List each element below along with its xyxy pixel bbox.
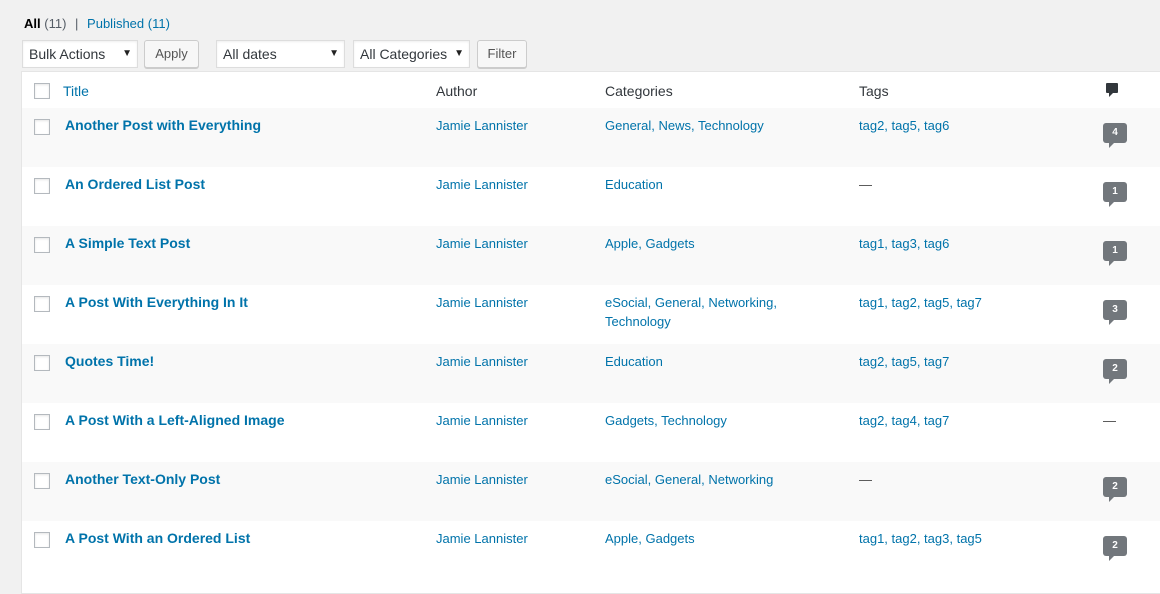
table-row: Another Text-Only Post Jamie Lannister eSo… <box>22 462 1160 521</box>
dates-filter-select[interactable]: All dates ▼ <box>216 40 345 68</box>
categories-filter-value: All Categories <box>360 46 448 62</box>
column-categories: Categories <box>605 83 673 99</box>
post-categories[interactable]: Apple, Gadgets <box>605 234 695 253</box>
tags-none: — <box>859 177 872 192</box>
post-author-link[interactable]: Jamie Lannister <box>436 411 528 430</box>
post-tags: tag2, tag4, tag7 <box>859 411 949 430</box>
posts-list-page: All (11) | Published (11) Bulk Actions ▼… <box>0 0 1160 594</box>
post-tags: tag2, tag5, tag6 <box>859 116 949 135</box>
status-all-link[interactable]: All <box>24 16 41 31</box>
post-title-link[interactable]: Quotes Time! <box>65 352 154 371</box>
status-all-count: (11) <box>44 16 67 31</box>
post-categories[interactable]: Education <box>605 352 663 371</box>
apply-button[interactable]: Apply <box>144 40 199 68</box>
comments-column-icon[interactable] <box>1106 83 1118 97</box>
dropdown-arrow-icon: ▼ <box>329 48 339 59</box>
comment-count-bubble[interactable]: 2 <box>1103 536 1127 561</box>
post-status-filters: All (11) | Published (11) <box>24 16 170 32</box>
table-row: A Post With a Left-Aligned Image Jamie La… <box>22 403 1160 462</box>
bulk-actions-value: Bulk Actions <box>29 46 106 62</box>
row-tags[interactable]: tag2, tag4, tag7 <box>859 413 949 428</box>
comment-count-bubble[interactable]: 4 <box>1103 123 1127 148</box>
post-title-link[interactable]: A Post With an Ordered List <box>65 529 250 548</box>
filter-button[interactable]: Filter <box>477 40 527 68</box>
post-categories[interactable]: eSocial, General, Networking, Technology <box>605 293 777 331</box>
post-title-link[interactable]: Another Post with Everything <box>65 116 261 135</box>
post-author-link[interactable]: Jamie Lannister <box>436 293 528 312</box>
post-categories[interactable]: Education <box>605 175 663 194</box>
comment-count-bubble[interactable]: 1 <box>1103 182 1127 207</box>
row-checkbox[interactable] <box>34 414 50 430</box>
comment-count-bubble[interactable]: 1 <box>1103 241 1127 266</box>
row-tags[interactable]: tag1, tag2, tag5, tag7 <box>859 295 982 310</box>
row-checkbox[interactable] <box>34 178 50 194</box>
status-published-link[interactable]: Published <box>87 16 144 31</box>
column-title-sort[interactable]: Title <box>63 82 89 100</box>
post-title-link[interactable]: An Ordered List Post <box>65 175 205 194</box>
table-row: A Simple Text Post Jamie Lannister Apple, … <box>22 226 1160 285</box>
row-checkbox[interactable] <box>34 355 50 371</box>
post-tags: tag1, tag2, tag5, tag7 <box>859 293 982 312</box>
tags-none: — <box>859 472 872 487</box>
posts-table: Title Author Categories Tags Another Pos… <box>21 71 1160 594</box>
status-separator: | <box>75 16 79 31</box>
post-author-link[interactable]: Jamie Lannister <box>436 470 528 489</box>
row-tags[interactable]: tag1, tag3, tag6 <box>859 236 949 251</box>
no-comments: — <box>1103 413 1116 428</box>
dropdown-arrow-icon: ▼ <box>122 48 132 59</box>
dates-filter-value: All dates <box>223 46 277 62</box>
post-author-link[interactable]: Jamie Lannister <box>436 116 528 135</box>
row-checkbox[interactable] <box>34 237 50 253</box>
comment-count-bubble[interactable]: 3 <box>1103 300 1127 325</box>
table-row: Another Post with Everything Jamie Lannis… <box>22 108 1160 167</box>
post-author-link[interactable]: Jamie Lannister <box>436 352 528 371</box>
post-tags: tag1, tag3, tag6 <box>859 234 949 253</box>
post-author-link[interactable]: Jamie Lannister <box>436 175 528 194</box>
row-checkbox[interactable] <box>34 119 50 135</box>
post-tags: — <box>859 175 872 194</box>
select-all-checkbox[interactable] <box>34 83 50 99</box>
post-categories[interactable]: General, News, Technology <box>605 116 764 135</box>
comment-count-bubble[interactable]: 2 <box>1103 477 1127 502</box>
row-checkbox[interactable] <box>34 473 50 489</box>
column-tags: Tags <box>859 83 889 99</box>
post-tags: — <box>859 470 872 489</box>
post-categories[interactable]: eSocial, General, Networking <box>605 470 773 489</box>
post-tags: tag2, tag5, tag7 <box>859 352 949 371</box>
table-header: Title Author Categories Tags <box>22 72 1160 109</box>
post-tags: tag1, tag2, tag3, tag5 <box>859 529 982 548</box>
post-author-link[interactable]: Jamie Lannister <box>436 529 528 548</box>
row-tags[interactable]: tag2, tag5, tag6 <box>859 118 949 133</box>
table-row: A Post With Everything In It Jamie Lannis… <box>22 285 1160 344</box>
row-tags[interactable]: tag1, tag2, tag3, tag5 <box>859 531 982 546</box>
categories-filter-select[interactable]: All Categories ▼ <box>353 40 470 68</box>
row-checkbox[interactable] <box>34 532 50 548</box>
comment-count-bubble[interactable]: 2 <box>1103 359 1127 384</box>
post-categories[interactable]: Apple, Gadgets <box>605 529 695 548</box>
post-title-link[interactable]: Another Text-Only Post <box>65 470 220 489</box>
column-author: Author <box>436 83 478 99</box>
table-row: A Post With an Ordered List Jamie Lannist… <box>22 521 1160 580</box>
table-row: Quotes Time! Jamie Lannister Education tag2… <box>22 344 1160 403</box>
post-title-link[interactable]: A Post With Everything In It <box>65 293 248 312</box>
dropdown-arrow-icon: ▼ <box>454 48 464 59</box>
bulk-actions-select[interactable]: Bulk Actions ▼ <box>22 40 138 68</box>
post-categories[interactable]: Gadgets, Technology <box>605 411 727 430</box>
status-published-count[interactable]: (11) <box>148 16 170 31</box>
row-tags[interactable]: tag2, tag5, tag7 <box>859 354 949 369</box>
table-row: An Ordered List Post Jamie Lannister Educa… <box>22 167 1160 226</box>
post-title-link[interactable]: A Post With a Left-Aligned Image <box>65 411 284 430</box>
post-author-link[interactable]: Jamie Lannister <box>436 234 528 253</box>
post-title-link[interactable]: A Simple Text Post <box>65 234 190 253</box>
row-checkbox[interactable] <box>34 296 50 312</box>
